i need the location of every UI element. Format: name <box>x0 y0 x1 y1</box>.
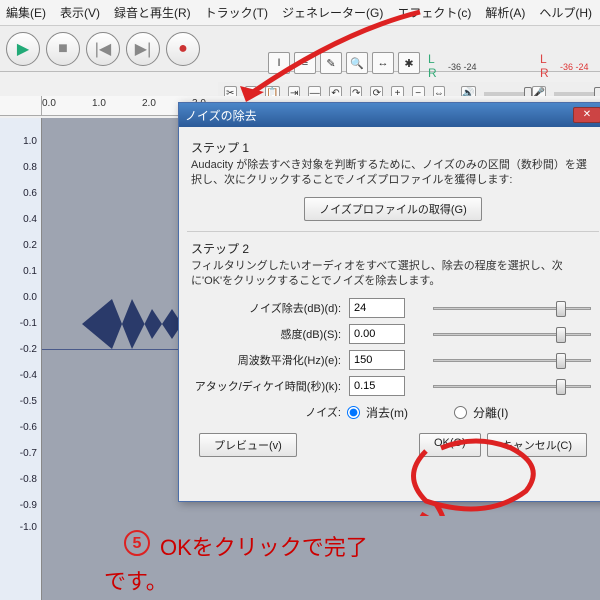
multi-tool-icon[interactable]: ✱ <box>398 52 420 74</box>
ok-button[interactable]: OK(O) <box>419 433 481 457</box>
record-meter-ticks: -36 -24 <box>560 62 589 72</box>
step2-label: ステップ 2 <box>191 240 595 257</box>
tick: 2.0 <box>142 98 156 109</box>
remove-radio-label: 消去(m) <box>366 404 408 421</box>
stop-button[interactable]: ■ <box>46 32 80 66</box>
isolate-radio[interactable] <box>454 406 467 419</box>
menu-analyze[interactable]: 解析(A) <box>485 4 525 21</box>
menu-record[interactable]: 録音と再生(R) <box>114 4 191 21</box>
menu-edit[interactable]: 編集(E) <box>6 4 46 21</box>
cancel-button[interactable]: キャンセル(C) <box>487 433 587 457</box>
step1-desc: Audacity が除去すべき対象を判断するために、ノイズのみの区間（数秒間）を… <box>191 158 595 189</box>
menu-track[interactable]: トラック(T) <box>205 4 268 21</box>
step2-desc: フィルタリングしたいオーディオをすべて選択し、除去の程度を選択し、次に'OK'を… <box>191 259 595 290</box>
play-button[interactable]: ▶ <box>6 32 40 66</box>
noise-removal-dialog: ノイズの除去 ✕ ステップ 1 Audacity が除去すべき対象を判断するため… <box>178 102 600 502</box>
reduction-label: ノイズ除去(dB)(d): <box>191 300 341 316</box>
skip-end-button[interactable]: ▶| <box>126 32 160 66</box>
envelope-tool-icon[interactable]: ≡ <box>294 52 316 74</box>
sensitivity-label: 感度(dB)(S): <box>191 326 341 342</box>
dialog-titlebar[interactable]: ノイズの除去 ✕ <box>179 103 600 127</box>
reduction-input[interactable] <box>349 298 405 318</box>
attack-input[interactable] <box>349 376 405 396</box>
amplitude-scale: 1.0 0.8 0.6 0.4 0.2 0.1 0.0 -0.1 -0.2 -0… <box>0 118 42 600</box>
tick: 0.0 <box>42 98 56 109</box>
smoothing-slider[interactable] <box>433 350 591 370</box>
record-meter: L R <box>540 52 549 80</box>
draw-tool-icon[interactable]: ✎ <box>320 52 342 74</box>
play-meter: L R <box>428 52 437 80</box>
sensitivity-slider[interactable] <box>433 324 591 344</box>
menu-view[interactable]: 表示(V) <box>60 4 100 21</box>
menu-help[interactable]: ヘルプ(H) <box>539 4 592 21</box>
tick: 1.0 <box>92 98 106 109</box>
smoothing-label: 周波数平滑化(Hz)(e): <box>191 352 341 368</box>
play-meter-ticks: -36 -24 <box>448 62 477 72</box>
close-icon[interactable]: ✕ <box>573 107 600 123</box>
timeshift-tool-icon[interactable]: ↔ <box>372 52 394 74</box>
dialog-title: ノイズの除去 <box>185 107 257 124</box>
remove-radio[interactable] <box>347 406 360 419</box>
sensitivity-input[interactable] <box>349 324 405 344</box>
smoothing-input[interactable] <box>349 350 405 370</box>
reduction-slider[interactable] <box>433 298 591 318</box>
menubar: 編集(E) 表示(V) 録音と再生(R) トラック(T) ジェネレーター(G) … <box>0 0 600 26</box>
isolate-radio-label: 分離(I) <box>473 404 508 421</box>
get-noise-profile-button[interactable]: ノイズプロファイルの取得(G) <box>304 197 482 221</box>
zoom-tool-icon[interactable]: 🔍 <box>346 52 368 74</box>
output-volume-slider[interactable] <box>484 92 524 96</box>
attack-slider[interactable] <box>433 376 591 396</box>
step1-label: ステップ 1 <box>191 139 595 156</box>
menu-effect[interactable]: エフェクト(c) <box>397 4 471 21</box>
edit-tools: I ≡ ✎ 🔍 ↔ ✱ <box>268 52 420 74</box>
attack-label: アタック/ディケイ時間(秒)(k): <box>191 378 341 394</box>
skip-start-button[interactable]: |◀ <box>86 32 120 66</box>
noise-mode-label: ノイズ: <box>191 404 341 420</box>
selection-tool-icon[interactable]: I <box>268 52 290 74</box>
preview-button[interactable]: プレビュー(v) <box>199 433 297 457</box>
menu-generate[interactable]: ジェネレーター(G) <box>282 4 383 21</box>
input-volume-slider[interactable] <box>554 92 594 96</box>
record-button[interactable]: ● <box>166 32 200 66</box>
